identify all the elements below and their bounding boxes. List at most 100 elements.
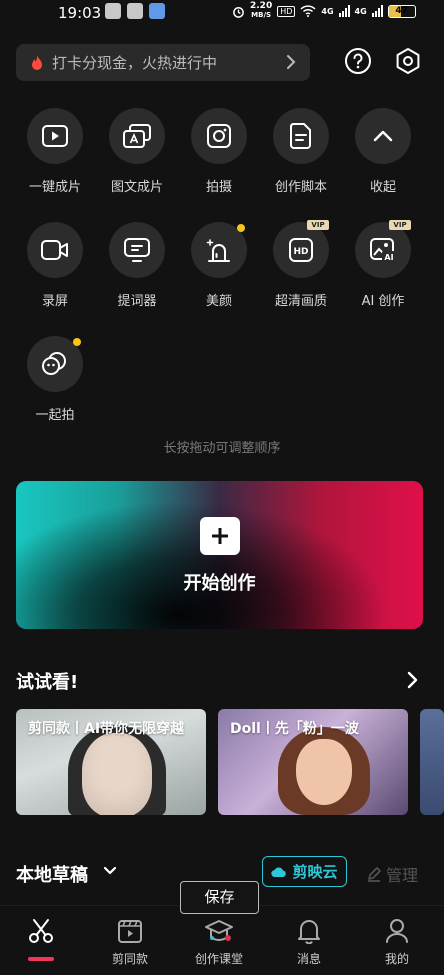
tool-ai-create[interactable]: AI VIP AI 创作 — [343, 220, 423, 309]
template-card-partial[interactable] — [420, 709, 444, 815]
vip-badge: VIP — [389, 220, 411, 230]
try-section-title: 试试看! — [16, 672, 79, 693]
help-icon[interactable] — [344, 47, 372, 75]
card-image-face — [82, 733, 152, 815]
tool-shoot-together[interactable]: 一起拍 — [15, 336, 95, 423]
tool-label: 拍摄 — [205, 180, 232, 195]
tool-label: 美颜 — [205, 294, 232, 309]
tool-label: 录屏 — [41, 294, 68, 309]
new-badge-dot — [73, 338, 81, 346]
tool-screen-record[interactable]: 录屏 — [15, 222, 95, 309]
nav-label: 创作课堂 — [194, 952, 243, 966]
play-icon — [42, 125, 68, 147]
vip-badge: VIP — [307, 220, 329, 230]
network-type-2: 4G — [354, 6, 367, 16]
tool-label: 一起拍 — [35, 408, 75, 423]
chevron-right-icon[interactable] — [406, 671, 418, 689]
tool-label: 收起 — [369, 180, 396, 195]
template-icon — [118, 920, 142, 943]
hd-icon: HD — [289, 238, 313, 262]
ai-create-icon: AI — [370, 238, 396, 262]
save-tooltip: 保存 — [180, 881, 259, 914]
nav-label: 我的 — [384, 952, 409, 966]
network-speed-value: 2.20 — [250, 1, 273, 11]
tool-beauty[interactable]: 美颜 — [179, 222, 259, 309]
nav-templates[interactable]: 剪同款 — [90, 918, 170, 967]
script-icon — [290, 123, 311, 149]
cloud-button[interactable]: 剪映云 — [262, 856, 347, 887]
network-type-1: 4G — [321, 6, 334, 16]
tool-collapse[interactable]: 收起 — [343, 108, 423, 195]
start-creating-banner[interactable]: 开始创作 — [16, 481, 423, 629]
signal-icon-2 — [371, 5, 383, 17]
manage-button[interactable]: 管理 — [366, 862, 418, 886]
tool-teleprompter[interactable]: 提词器 — [97, 222, 177, 309]
tool-hd-quality[interactable]: HD VIP 超清画质 — [261, 220, 341, 309]
edit-icon — [368, 867, 381, 882]
start-creating-label: 开始创作 — [183, 573, 256, 594]
plus-icon — [200, 517, 240, 555]
scissors-icon — [29, 919, 53, 943]
template-card-ai-travel[interactable]: 剪同款丨AI带你无限穿越 — [16, 709, 206, 815]
shoot-together-icon — [42, 352, 66, 375]
camera-icon — [207, 124, 231, 148]
new-badge-dot — [237, 224, 245, 232]
svg-text:AI: AI — [384, 253, 393, 262]
bottom-nav: 剪同款 创作课堂 消息 我的 — [0, 905, 444, 975]
promo-text: 打卡分现金，火热进行中 — [52, 54, 218, 72]
status-right: 2.20 MB/S HD 4G 4G 47 — [232, 2, 416, 20]
app-notification-icon — [127, 3, 143, 19]
reorder-hint: 长按拖动可调整顺序 — [163, 441, 281, 456]
text-to-video-icon — [123, 124, 151, 148]
status-time: 19:03 — [58, 4, 102, 22]
network-speed-unit: MB/S — [251, 11, 272, 19]
cloud-icon — [271, 866, 287, 877]
teleprompter-icon — [124, 238, 150, 262]
local-drafts-title[interactable]: 本地草稿 — [16, 861, 88, 887]
nav-edit[interactable] — [1, 918, 81, 950]
svg-text:HD: HD — [293, 247, 308, 257]
nav-label: 消息 — [296, 952, 321, 966]
nav-creator-class[interactable]: 创作课堂 — [179, 918, 259, 967]
chevron-right-icon — [287, 55, 296, 69]
fire-icon — [32, 54, 42, 70]
tool-label: 超清画质 — [274, 294, 327, 309]
graduation-cap-icon — [205, 920, 233, 942]
nav-label: 剪同款 — [111, 952, 148, 966]
tool-one-click-video[interactable]: 一键成片 — [15, 108, 95, 195]
beauty-icon — [206, 239, 230, 262]
tool-text-to-video[interactable]: 图文成片 — [97, 108, 177, 195]
settings-icon[interactable] — [394, 47, 422, 75]
notification-icons — [105, 3, 165, 19]
card-title: Doll丨先「粉」一波 — [230, 721, 359, 737]
wechat-icon — [105, 3, 121, 19]
profile-icon — [386, 919, 408, 943]
battery-level: 47 — [395, 5, 408, 16]
card-image-face — [296, 739, 352, 805]
signal-icon-1 — [338, 5, 350, 17]
chevron-up-icon — [373, 130, 393, 142]
wifi-icon — [300, 5, 316, 17]
status-bar: 19:03 2.20 MB/S HD 4G 4G 47 — [0, 0, 444, 28]
app-notification-icon-blue — [149, 3, 165, 19]
tool-label: 一键成片 — [28, 180, 81, 195]
hd-voice-badge: HD — [277, 5, 296, 17]
active-tab-indicator — [28, 957, 54, 961]
nav-profile[interactable]: 我的 — [357, 918, 437, 967]
battery-icon: 47 — [387, 4, 416, 18]
template-card-doll[interactable]: Doll丨先「粉」一波 — [218, 709, 408, 815]
promo-search-bar[interactable]: 打卡分现金，火热进行中 — [16, 44, 310, 81]
tool-shoot[interactable]: 拍摄 — [179, 108, 259, 195]
chevron-down-icon[interactable] — [103, 865, 117, 877]
bell-icon — [298, 920, 320, 944]
tool-label: 图文成片 — [110, 180, 163, 195]
video-camera-icon — [41, 240, 68, 260]
tool-script[interactable]: 创作脚本 — [261, 108, 341, 195]
tool-label: AI 创作 — [361, 294, 405, 309]
tool-label: 提词器 — [117, 294, 157, 309]
cloud-label: 剪映云 — [292, 863, 338, 881]
network-speed: 2.20 MB/S — [250, 2, 272, 20]
manage-label: 管理 — [386, 866, 419, 885]
nav-messages[interactable]: 消息 — [269, 918, 349, 967]
alarm-icon — [233, 6, 244, 18]
